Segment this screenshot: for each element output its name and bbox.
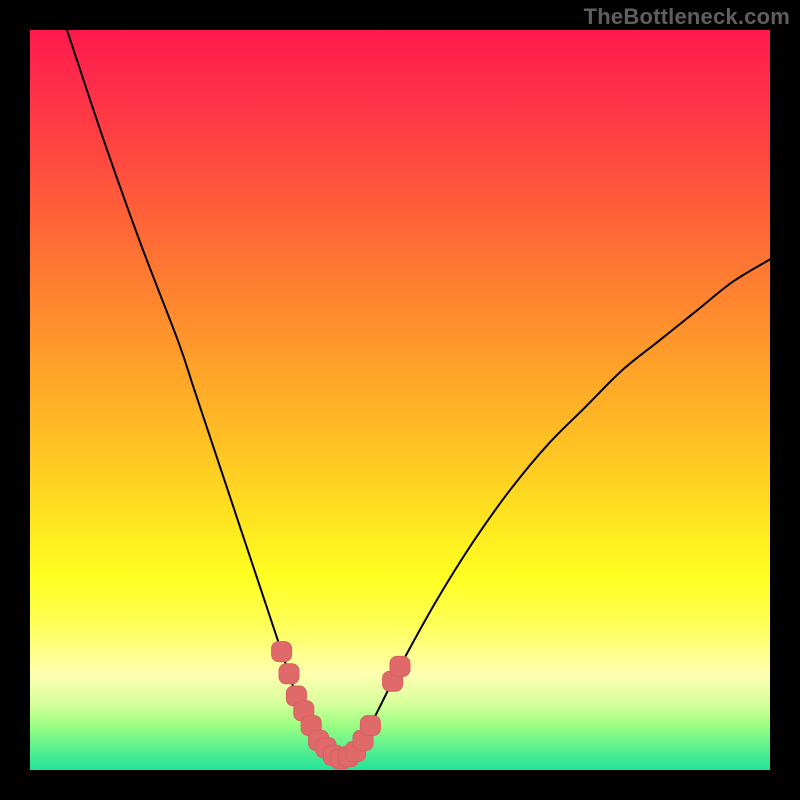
highlight-marker xyxy=(360,716,380,736)
curve-svg xyxy=(30,30,770,770)
highlight-marker xyxy=(272,642,292,662)
highlight-marker xyxy=(390,656,410,676)
chart-frame: TheBottleneck.com xyxy=(0,0,800,800)
watermark-text: TheBottleneck.com xyxy=(584,4,790,30)
highlight-marker xyxy=(279,664,299,684)
highlight-markers xyxy=(272,642,410,769)
plot-area xyxy=(30,30,770,770)
bottleneck-curve xyxy=(67,30,770,759)
